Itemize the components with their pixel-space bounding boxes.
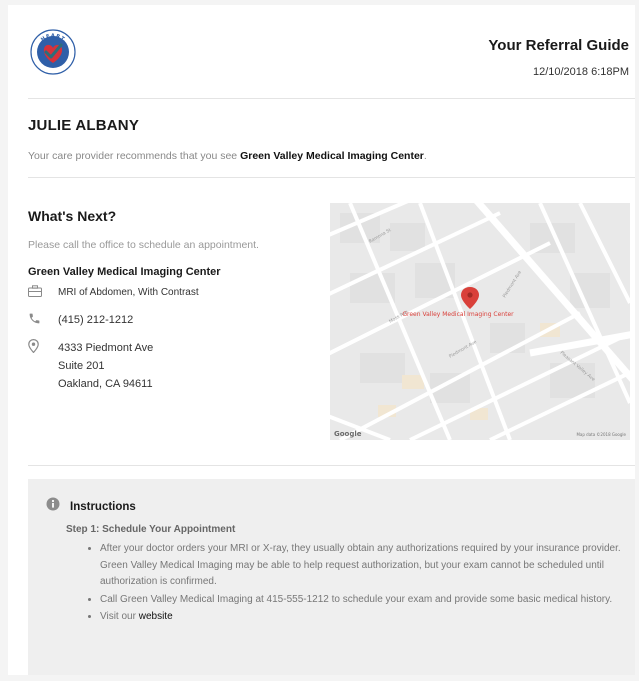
instructions-panel: Instructions Step 1: Schedule Your Appoi… — [28, 479, 635, 675]
website-link[interactable]: website — [139, 611, 173, 622]
address-line-3: Oakland, CA 94611 — [58, 378, 153, 390]
divider — [28, 177, 635, 178]
facility-name: Green Valley Medical Imaging Center — [28, 266, 221, 278]
divider — [28, 98, 635, 99]
call-instruction: Please call the office to schedule an ap… — [28, 239, 259, 251]
procedure-row: MRI of Abdomen, With Contrast — [28, 284, 199, 302]
address-line-2: Suite 201 — [58, 360, 105, 372]
recommendation-text: Your care provider recommends that you s… — [28, 150, 427, 162]
patient-name: JULIE ALBANY — [28, 117, 140, 134]
address: 4333 Piedmont Ave Suite 201 Oakland, CA … — [58, 339, 153, 393]
list-item: After your doctor orders your MRI or X-r… — [100, 541, 628, 591]
recommendation-suffix: . — [423, 150, 427, 162]
instruction-list: After your doctor orders your MRI or X-r… — [90, 541, 628, 627]
phone-icon — [28, 311, 50, 325]
recommendation-prefix: Your care provider recommends that you s… — [28, 150, 241, 162]
step-title: Step 1: Schedule Your Appointment — [66, 524, 236, 535]
recommended-facility: Green Valley Medical Imaging Center — [240, 150, 424, 162]
whats-next-heading: What's Next? — [28, 208, 117, 224]
phone-row: (415) 212-1212 — [28, 311, 133, 329]
location-pin-icon — [28, 339, 50, 353]
list-item: Call Green Valley Medical Imaging at 415… — [100, 592, 628, 609]
heart-healthy-logo: HEART — [30, 29, 76, 75]
referral-card: HEART Your Referral Guide 12/10/2018 6:1… — [8, 5, 635, 675]
map-attribution: Map data ©2018 Google — [576, 432, 626, 437]
divider — [28, 465, 635, 466]
address-line-1: 4333 Piedmont Ave — [58, 342, 154, 354]
map-marker-label: Green Valley Medical Imaging Center — [402, 311, 514, 318]
map-canvas[interactable]: Piedmont Ave Piedmont Ave Pleasant Valle… — [330, 203, 630, 440]
info-icon — [46, 497, 60, 516]
timestamp: 12/10/2018 6:18PM — [532, 66, 629, 78]
location-map[interactable]: Piedmont Ave Piedmont Ave Pleasant Valle… — [330, 203, 630, 440]
address-row: 4333 Piedmont Ave Suite 201 Oakland, CA … — [28, 339, 153, 393]
briefcase-icon — [28, 284, 50, 298]
google-logo: Google — [334, 430, 362, 438]
visit-prefix: Visit our — [100, 611, 139, 622]
instructions-title: Instructions — [70, 500, 136, 513]
list-item: Visit our website — [100, 609, 628, 626]
instructions-header: Instructions — [46, 497, 136, 516]
phone-number[interactable]: (415) 212-1212 — [58, 311, 133, 329]
page-title: Your Referral Guide — [488, 37, 629, 54]
procedure-name: MRI of Abdomen, With Contrast — [58, 287, 199, 298]
